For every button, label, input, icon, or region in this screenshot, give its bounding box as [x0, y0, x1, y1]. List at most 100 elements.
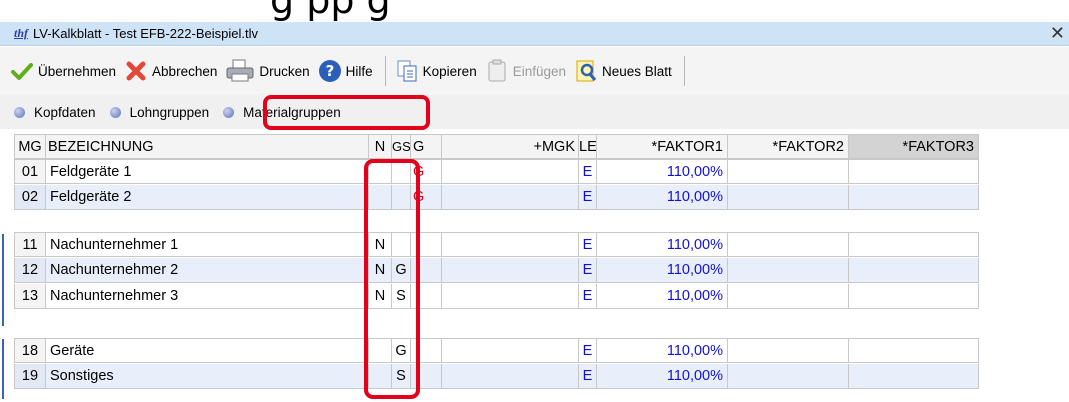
cell-g[interactable]	[411, 258, 442, 283]
header-mg[interactable]: MG	[14, 134, 46, 159]
cell-mg[interactable]: 19	[14, 364, 46, 389]
cell-mgk[interactable]	[442, 258, 579, 283]
drucken-button[interactable]: Drucken	[225, 59, 310, 83]
cell-bezeichnung[interactable]: Nachunternehmer 3	[46, 284, 369, 309]
table-row[interactable]: 11 Nachunternehmer 1 N E 110,00%	[14, 232, 979, 257]
cell-faktor3[interactable]	[849, 159, 979, 184]
cell-bezeichnung[interactable]: Sonstiges	[46, 364, 369, 389]
header-bezeichnung[interactable]: BEZEICHNUNG	[46, 134, 369, 159]
cell-n[interactable]: N	[369, 284, 392, 309]
cell-mgk[interactable]	[442, 338, 579, 363]
printer-icon	[225, 59, 255, 83]
table-row[interactable]: 18 Geräte G E 110,00%	[14, 338, 979, 363]
cell-bezeichnung[interactable]: Nachunternehmer 1	[46, 232, 369, 257]
cell-mgk[interactable]	[442, 232, 579, 257]
cell-gs[interactable]	[392, 232, 411, 257]
table-row[interactable]: 02 Feldgeräte 2 G E 110,00%	[14, 185, 979, 210]
cell-mgk[interactable]	[442, 284, 579, 309]
abbrechen-button[interactable]: Abbrechen	[124, 59, 217, 83]
header-g[interactable]: G	[411, 134, 442, 159]
cell-bezeichnung[interactable]: Feldgeräte 1	[46, 159, 369, 184]
cell-mgk[interactable]	[442, 185, 579, 210]
cell-gs[interactable]	[392, 185, 411, 210]
cell-mg[interactable]: 18	[14, 338, 46, 363]
table-row[interactable]: 19 Sonstiges S E 110,00%	[14, 364, 979, 389]
hilfe-button[interactable]: ? Hilfe	[318, 59, 373, 83]
cell-faktor2[interactable]	[728, 159, 849, 184]
header-mgk[interactable]: +MGK	[442, 134, 579, 159]
table-row[interactable]: 13 Nachunternehmer 3 N S E 110,00%	[14, 284, 979, 309]
cell-mgk[interactable]	[442, 364, 579, 389]
cell-mg[interactable]: 02	[14, 185, 46, 210]
cell-n[interactable]	[369, 364, 392, 389]
cell-le[interactable]: E	[579, 284, 597, 309]
tab-label: Kopfdaten	[34, 104, 96, 120]
cell-gs[interactable]: S	[392, 284, 411, 309]
cell-n[interactable]	[369, 338, 392, 363]
cell-le[interactable]: E	[579, 232, 597, 257]
einfuegen-button[interactable]: Einfügen	[485, 59, 566, 83]
cell-le[interactable]: E	[579, 364, 597, 389]
cell-le[interactable]: E	[579, 185, 597, 210]
cell-bezeichnung[interactable]: Nachunternehmer 2	[46, 258, 369, 283]
cell-faktor3[interactable]	[849, 185, 979, 210]
cell-faktor2[interactable]	[728, 284, 849, 309]
cell-n[interactable]	[369, 185, 392, 210]
cell-faktor1[interactable]: 110,00%	[597, 185, 728, 210]
cell-mg[interactable]: 11	[14, 232, 46, 257]
cell-le[interactable]: E	[579, 159, 597, 184]
cell-faktor1[interactable]: 110,00%	[597, 364, 728, 389]
cell-faktor1[interactable]: 110,00%	[597, 159, 728, 184]
table-row[interactable]: 12 Nachunternehmer 2 N G E 110,00%	[14, 258, 979, 283]
tab-materialgruppen[interactable]: Materialgruppen	[223, 105, 341, 120]
cell-g[interactable]	[411, 232, 442, 257]
cell-bezeichnung[interactable]: Feldgeräte 2	[46, 185, 369, 210]
cell-faktor2[interactable]	[728, 364, 849, 389]
cell-mgk[interactable]	[442, 159, 579, 184]
cell-faktor2[interactable]	[728, 185, 849, 210]
cell-faktor2[interactable]	[728, 232, 849, 257]
neues-blatt-button[interactable]: Neues Blatt	[574, 59, 672, 83]
cell-gs[interactable]: G	[392, 338, 411, 363]
cell-faktor1[interactable]: 110,00%	[597, 232, 728, 257]
cell-gs[interactable]: S	[392, 364, 411, 389]
cell-faktor3[interactable]	[849, 338, 979, 363]
table-row[interactable]: 01 Feldgeräte 1 G E 110,00%	[14, 159, 979, 184]
cell-bezeichnung[interactable]: Geräte	[46, 338, 369, 363]
header-faktor3[interactable]: *FAKTOR3	[849, 134, 979, 159]
header-faktor1[interactable]: *FAKTOR1	[597, 134, 728, 159]
cell-g[interactable]: G	[411, 159, 442, 184]
cell-g[interactable]	[411, 284, 442, 309]
cell-g[interactable]: G	[411, 185, 442, 210]
cell-mg[interactable]: 13	[14, 284, 46, 309]
cell-faktor3[interactable]	[849, 284, 979, 309]
cell-gs[interactable]: G	[392, 258, 411, 283]
cell-gs[interactable]	[392, 159, 411, 184]
tab-kopfdaten[interactable]: Kopfdaten	[14, 105, 96, 120]
kopieren-button[interactable]: Kopieren	[395, 59, 477, 83]
cell-le[interactable]: E	[579, 258, 597, 283]
close-icon[interactable]: ✕	[1050, 23, 1065, 44]
header-le[interactable]: LE	[579, 134, 597, 159]
cell-faktor2[interactable]	[728, 338, 849, 363]
cell-faktor3[interactable]	[849, 232, 979, 257]
header-gs[interactable]: GS	[392, 134, 411, 159]
cell-faktor1[interactable]: 110,00%	[597, 284, 728, 309]
cell-g[interactable]	[411, 338, 442, 363]
cell-faktor1[interactable]: 110,00%	[597, 258, 728, 283]
cell-le[interactable]: E	[579, 338, 597, 363]
cell-n[interactable]	[369, 159, 392, 184]
cell-g[interactable]	[411, 364, 442, 389]
cell-mg[interactable]: 01	[14, 159, 46, 184]
cell-faktor3[interactable]	[849, 258, 979, 283]
cell-faktor3[interactable]	[849, 364, 979, 389]
header-n[interactable]: N	[369, 134, 392, 159]
header-faktor2[interactable]: *FAKTOR2	[728, 134, 849, 159]
tab-lohngruppen[interactable]: Lohngruppen	[109, 105, 209, 120]
uebernehmen-button[interactable]: Übernehmen	[10, 59, 116, 83]
cell-faktor2[interactable]	[728, 258, 849, 283]
cell-mg[interactable]: 12	[14, 258, 46, 283]
cell-faktor1[interactable]: 110,00%	[597, 338, 728, 363]
cell-n[interactable]: N	[369, 232, 392, 257]
cell-n[interactable]: N	[369, 258, 392, 283]
